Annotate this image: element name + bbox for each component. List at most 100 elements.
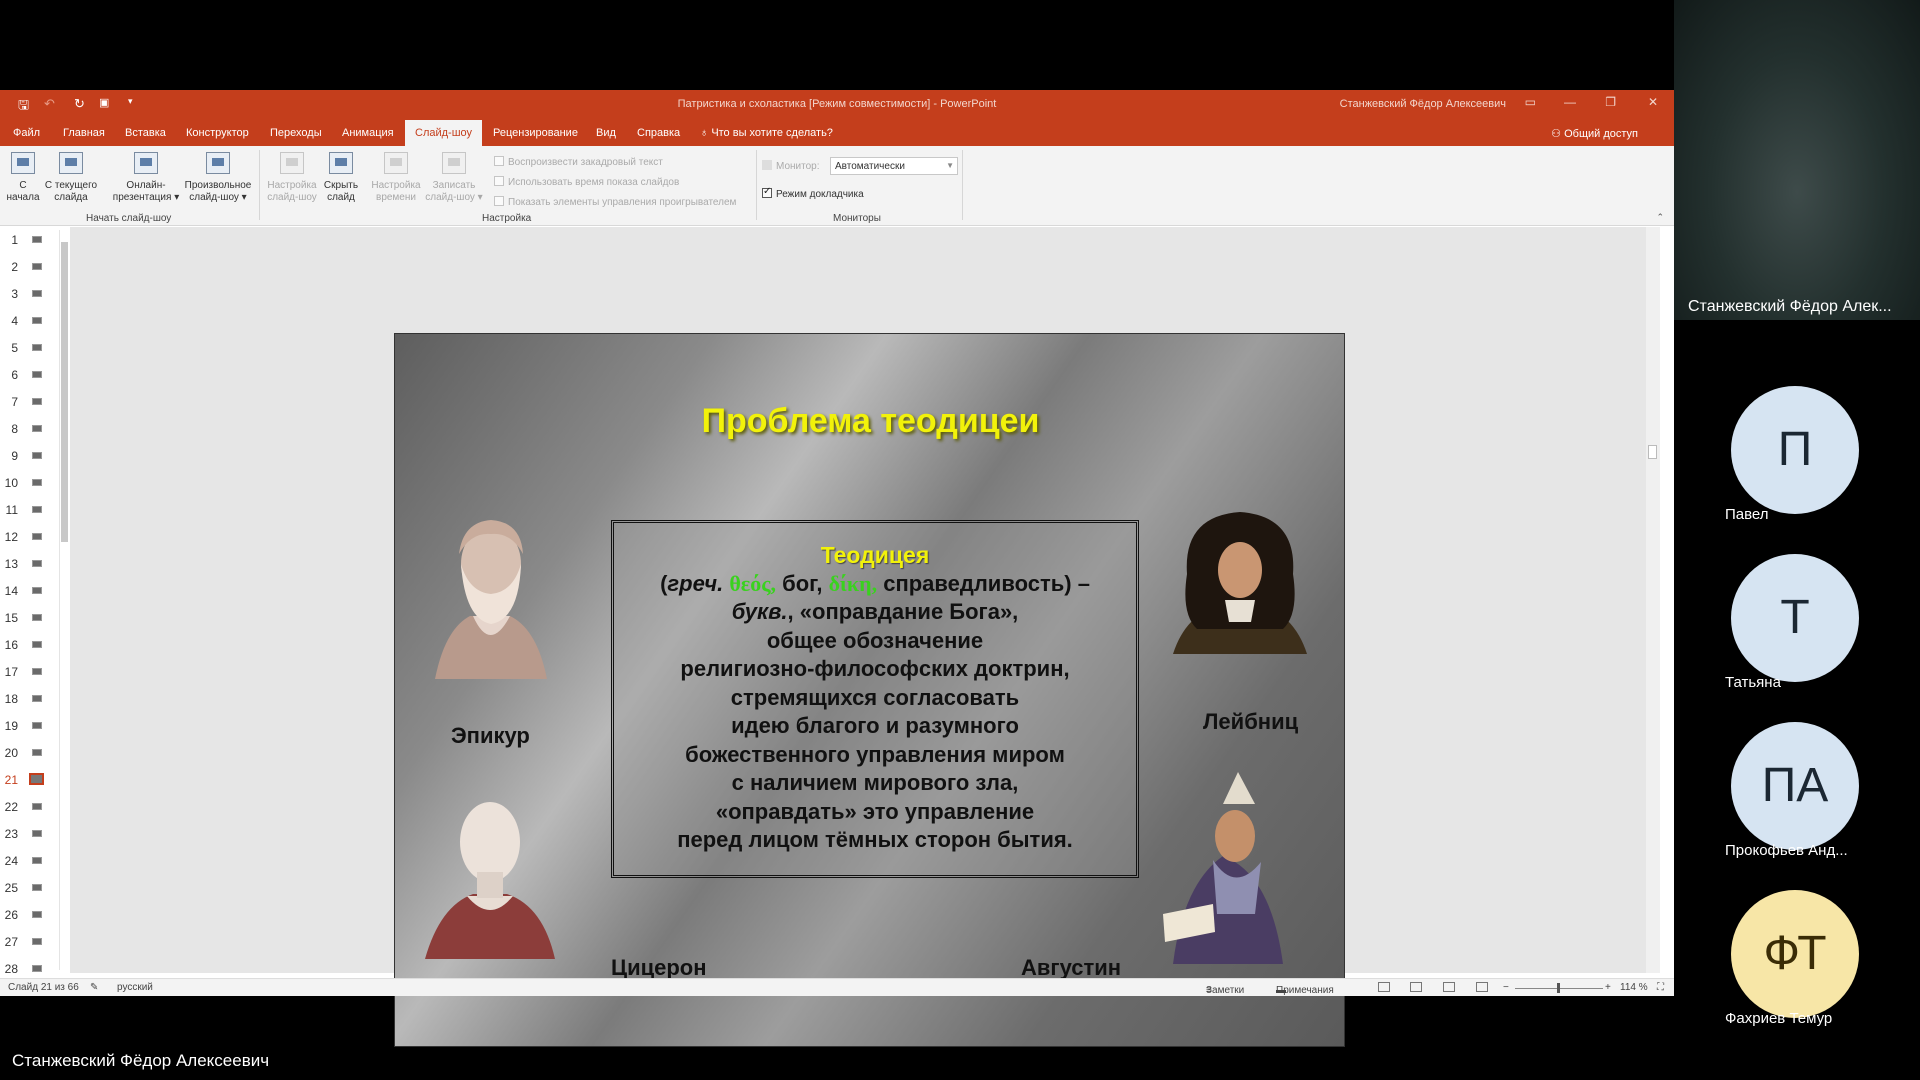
- slide-thumbnail[interactable]: 24: [0, 848, 66, 875]
- slide-mini-preview: [32, 965, 42, 972]
- ribbon-tabs: Файл Главная Вставка Конструктор Переход…: [0, 118, 1674, 146]
- online-presentation-button[interactable]: Онлайн- презентация ▾: [108, 152, 184, 204]
- participant-video[interactable]: [1674, 0, 1920, 320]
- from-beginning-button[interactable]: С начала: [6, 152, 40, 204]
- custom-slideshow-button[interactable]: Произвольное слайд-шоу ▾: [178, 152, 258, 204]
- monitor-icon: [762, 160, 772, 170]
- zoom-in-icon[interactable]: +: [1605, 982, 1611, 993]
- slide-thumbnail[interactable]: 21: [0, 767, 66, 794]
- group-divider: [259, 150, 260, 220]
- zoom-slider-thumb[interactable]: [1557, 983, 1560, 993]
- spellcheck-icon[interactable]: ✎: [90, 982, 98, 993]
- presenter-view-checkbox[interactable]: Режим докладчика: [762, 186, 864, 200]
- editor-scrollbar[interactable]: [1646, 227, 1660, 973]
- term-heading: Теодицея: [820, 542, 930, 568]
- from-current-slide-button[interactable]: С текущего слайда: [42, 152, 100, 204]
- slide-thumbnail[interactable]: 5: [0, 335, 66, 362]
- slide-thumbnail[interactable]: 14: [0, 578, 66, 605]
- avatar[interactable]: ПА: [1731, 722, 1859, 850]
- notes-label: Заметки: [1206, 985, 1245, 996]
- slide-thumbnail[interactable]: 3: [0, 281, 66, 308]
- slide-mini-preview: [32, 884, 42, 891]
- slide-thumbnail[interactable]: 13: [0, 551, 66, 578]
- normal-view-icon[interactable]: [1378, 982, 1390, 992]
- tab-insert[interactable]: Вставка: [125, 127, 166, 139]
- avatar[interactable]: П: [1731, 386, 1859, 514]
- slide-thumbnail[interactable]: 6: [0, 362, 66, 389]
- monitor-select[interactable]: Автоматически ▼: [830, 157, 958, 175]
- thumbnail-scrollbar[interactable]: [59, 230, 69, 970]
- slide-thumbnail[interactable]: 26: [0, 902, 66, 929]
- avatar[interactable]: Т: [1731, 554, 1859, 682]
- slide-thumbnail[interactable]: 10: [0, 470, 66, 497]
- btn-label: Онлайн-: [126, 180, 166, 191]
- slideshow-view-icon[interactable]: [1476, 982, 1488, 992]
- reading-view-icon[interactable]: [1443, 982, 1455, 992]
- ribbon-options-icon[interactable]: ▭: [1525, 95, 1536, 109]
- tab-review[interactable]: Рецензирование: [493, 127, 578, 139]
- slide-number: 16: [4, 638, 18, 652]
- slide-thumbnail[interactable]: 17: [0, 659, 66, 686]
- play-narrations-checkbox[interactable]: Воспроизвести закадровый текст: [494, 156, 663, 168]
- tab-file[interactable]: Файл: [13, 127, 40, 139]
- tab-slideshow[interactable]: Слайд-шоу: [405, 120, 483, 146]
- btn-label: Записать: [432, 180, 476, 191]
- tab-animations[interactable]: Анимация: [342, 127, 394, 139]
- participant-name: Фахриев Темур: [1725, 1010, 1833, 1027]
- slide-sorter-icon[interactable]: [1410, 982, 1422, 992]
- rehearse-timings-button[interactable]: Настройка времени: [368, 152, 424, 204]
- zoom-out-icon[interactable]: −: [1503, 982, 1509, 993]
- language-indicator[interactable]: русский: [117, 982, 153, 993]
- tab-help[interactable]: Справка: [637, 127, 680, 139]
- minimize-icon[interactable]: —: [1564, 95, 1576, 109]
- slide-thumbnail[interactable]: 27: [0, 929, 66, 956]
- slide-thumbnail[interactable]: 18: [0, 686, 66, 713]
- close-icon[interactable]: ✕: [1648, 95, 1658, 109]
- slide-thumbnail[interactable]: 15: [0, 605, 66, 632]
- scroll-thumb[interactable]: [61, 242, 68, 542]
- slide-thumbnail[interactable]: 4: [0, 308, 66, 335]
- slide-mini-preview: [32, 263, 42, 270]
- slide-thumbnail[interactable]: 11: [0, 497, 66, 524]
- hide-slide-button[interactable]: Скрыть слайд: [320, 152, 362, 204]
- slide-number: 27: [4, 935, 18, 949]
- use-timings-checkbox[interactable]: Использовать время показа слайдов: [494, 176, 679, 188]
- setup-slideshow-button[interactable]: Настройка слайд-шоу: [264, 152, 320, 204]
- share-button[interactable]: ⚇ Общий доступ: [1551, 127, 1638, 140]
- slide-thumbnail[interactable]: 12: [0, 524, 66, 551]
- slide-thumbnail[interactable]: 23: [0, 821, 66, 848]
- btn-label: С текущего: [44, 180, 98, 191]
- collapse-ribbon-icon[interactable]: ⌃: [1656, 212, 1664, 223]
- slide-number: 6: [11, 368, 18, 382]
- zoom-level[interactable]: 114 %: [1620, 982, 1648, 993]
- show-media-controls-checkbox[interactable]: Показать элементы управления проигрывате…: [494, 196, 736, 208]
- fit-to-window-icon[interactable]: ⛶: [1657, 982, 1664, 993]
- current-slide[interactable]: Проблема теодицеи Теодицея (греч. θεός, …: [394, 333, 1345, 1047]
- slide-thumbnail[interactable]: 2: [0, 254, 66, 281]
- slide-thumbnail[interactable]: 7: [0, 389, 66, 416]
- tab-transitions[interactable]: Переходы: [270, 127, 322, 139]
- powerpoint-window: 🖫 ↶ ↻ ▣ ▾ Патристика и схоластика [Режим…: [0, 90, 1674, 1047]
- slide-thumbnail[interactable]: 16: [0, 632, 66, 659]
- slide-thumbnail[interactable]: 25: [0, 875, 66, 902]
- slide-thumbnail[interactable]: 9: [0, 443, 66, 470]
- account-name[interactable]: Станжевский Фёдор Алексеевич: [1340, 98, 1506, 110]
- tell-me-search[interactable]: ♁ Что вы хотите сделать?: [700, 127, 833, 139]
- avatar[interactable]: ФТ: [1731, 890, 1859, 1018]
- scroll-thumb[interactable]: [1648, 445, 1657, 459]
- slide-mini-preview: [32, 668, 42, 675]
- monitor-text: Монитор:: [776, 161, 820, 172]
- record-slideshow-button[interactable]: Записать слайд-шоу ▾: [424, 152, 484, 204]
- slide-thumbnail[interactable]: 1: [0, 227, 66, 254]
- tab-view[interactable]: Вид: [596, 127, 616, 139]
- slide-thumbnail[interactable]: 22: [0, 794, 66, 821]
- tab-home[interactable]: Главная: [63, 127, 105, 139]
- slide-thumbnail[interactable]: 28: [0, 956, 66, 973]
- restore-icon[interactable]: ❐: [1605, 95, 1616, 109]
- tab-design[interactable]: Конструктор: [186, 127, 249, 139]
- slide-thumbnail[interactable]: 19: [0, 713, 66, 740]
- slide-number: 11: [5, 503, 18, 517]
- slide-thumbnail[interactable]: 8: [0, 416, 66, 443]
- slide-thumbnail[interactable]: 20: [0, 740, 66, 767]
- slide-number: 25: [4, 881, 18, 895]
